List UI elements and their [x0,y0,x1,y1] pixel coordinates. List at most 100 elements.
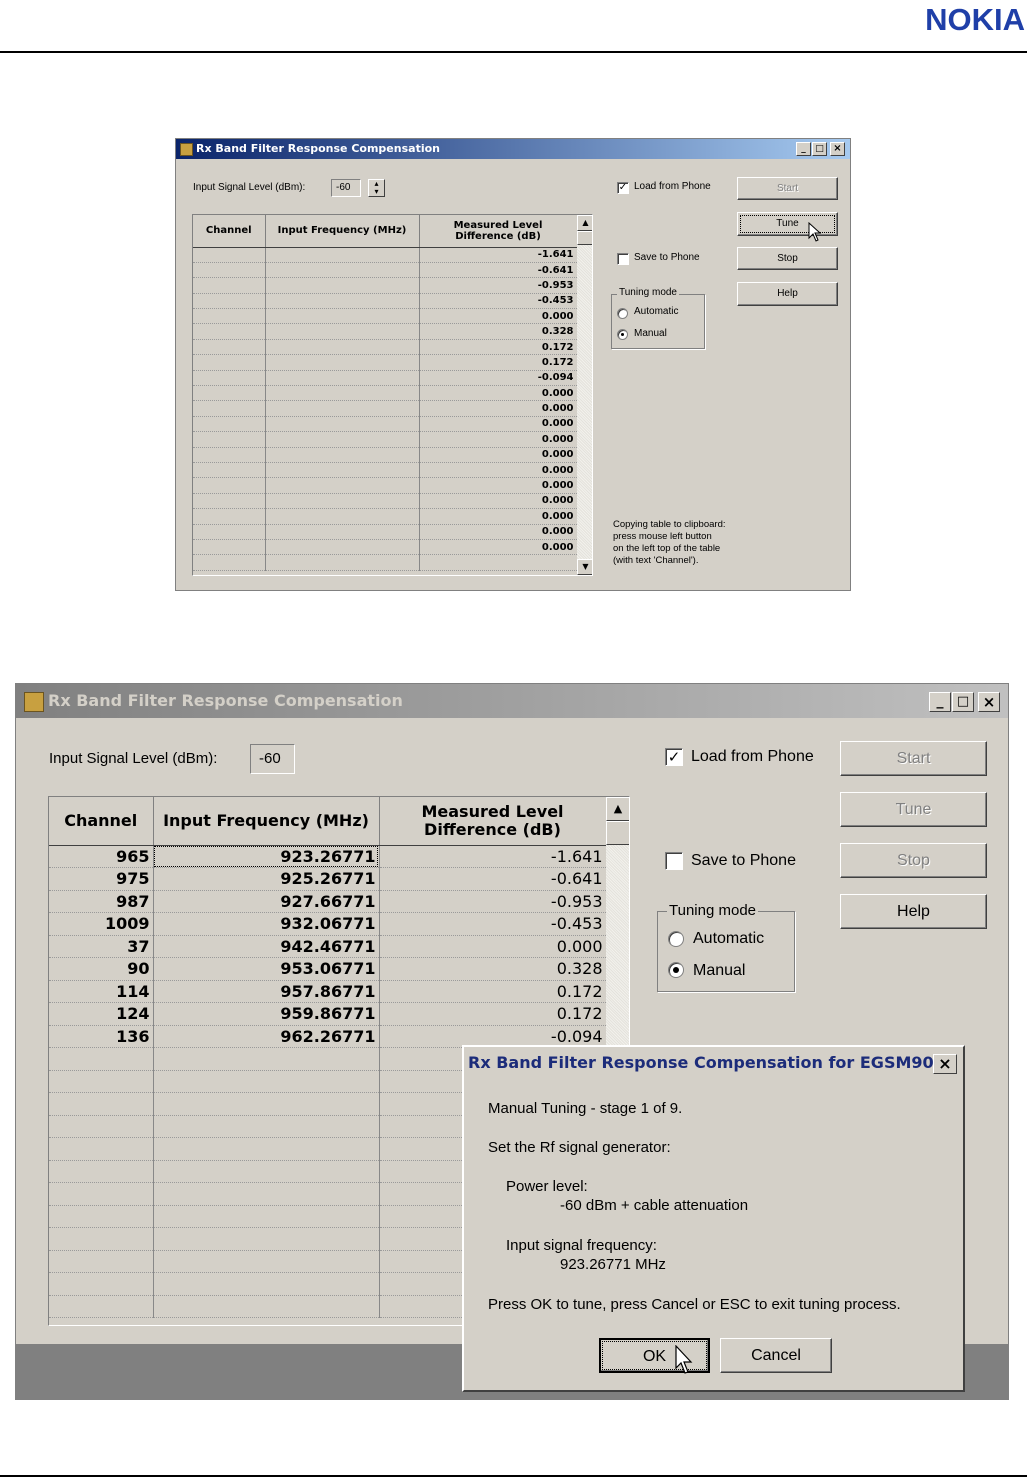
automatic-radio[interactable] [668,931,684,947]
channel-cell[interactable] [49,1070,154,1093]
channel-cell[interactable] [49,1160,154,1183]
channel-cell[interactable] [193,308,266,325]
diff-cell[interactable]: -0.953 [419,277,578,294]
channel-cell[interactable] [193,416,266,433]
help-button[interactable]: Help [737,282,838,306]
channel-cell[interactable]: 136 [49,1025,154,1048]
table-row[interactable]: -0.641 [193,262,578,279]
table-row[interactable]: 0.000 [193,447,578,463]
diff-cell[interactable]: -0.641 [419,262,578,279]
frequency-cell[interactable]: 959.86771 [153,1002,380,1026]
channel-cell[interactable] [193,524,266,540]
diff-cell[interactable]: -0.453 [419,293,578,310]
table-row[interactable]: 965 923.26771 -1.641 [49,845,607,868]
frequency-cell[interactable] [265,354,420,371]
diff-cell[interactable]: -0.094 [419,370,578,387]
stop-button[interactable]: Stop [840,843,987,878]
table-row[interactable]: 0.000 [193,539,578,556]
load-from-phone-checkbox[interactable]: ✓ [665,748,683,766]
diff-cell[interactable]: 0.000 [419,462,578,479]
close-button[interactable]: × [830,142,845,156]
help-button[interactable]: Help [840,894,987,929]
diff-cell[interactable]: 0.000 [419,493,578,510]
frequency-cell[interactable] [153,1295,380,1318]
table-row[interactable]: 124 959.86771 0.172 [49,1002,607,1026]
frequency-cell[interactable] [153,1160,380,1183]
table-row[interactable]: 0.000 [193,308,578,325]
table-row[interactable]: 0.000 [193,477,578,494]
diff-cell[interactable]: 0.000 [379,935,607,958]
dialog-close-button[interactable]: × [933,1054,957,1074]
channel-cell[interactable] [49,1137,154,1161]
tune-button[interactable]: Tune [737,212,838,236]
diff-cell[interactable]: 0.000 [419,400,578,417]
frequency-cell[interactable] [265,385,420,402]
frequency-cell[interactable] [265,339,420,356]
channel-cell[interactable]: 90 [49,957,154,981]
scroll-up-icon[interactable]: ▲ [577,215,592,231]
col-channel-header[interactable]: Channel [193,215,266,248]
channel-cell[interactable] [193,447,266,463]
diff-cell[interactable]: 0.000 [419,477,578,494]
diff-cell[interactable]: -0.453 [379,912,607,936]
table-row[interactable]: 0.000 [193,416,578,433]
frequency-cell[interactable] [153,1137,380,1161]
diff-cell[interactable]: 0.000 [419,539,578,556]
diff-cell[interactable]: -0.641 [379,867,607,891]
diff-cell[interactable]: 0.000 [419,524,578,540]
channel-cell[interactable] [49,1047,154,1071]
diff-cell[interactable]: 0.172 [419,339,578,356]
diff-cell[interactable]: 0.000 [419,308,578,325]
channel-cell[interactable] [49,1115,154,1138]
frequency-cell[interactable] [265,447,420,463]
table-row[interactable]: 975 925.26771 -0.641 [49,867,607,891]
frequency-cell[interactable] [265,431,420,448]
table-row[interactable]: 0.000 [193,493,578,510]
col-frequency-header[interactable]: Input Frequency (MHz) [265,215,420,248]
frequency-cell[interactable] [153,1115,380,1138]
frequency-cell[interactable] [265,554,420,571]
channel-cell[interactable] [49,1227,154,1251]
channel-cell[interactable] [193,431,266,448]
input-signal-field[interactable]: -60 [331,179,361,197]
frequency-cell[interactable] [153,1227,380,1251]
table-row[interactable]: 0.000 [193,431,578,448]
table-row[interactable]: 114 957.86771 0.172 [49,980,607,1003]
table-row[interactable]: -0.953 [193,277,578,294]
frequency-cell[interactable] [153,1092,380,1116]
channel-cell[interactable] [193,477,266,494]
channel-cell[interactable]: 114 [49,980,154,1003]
diff-cell[interactable]: 0.328 [379,957,607,981]
diff-cell[interactable]: 0.000 [419,508,578,525]
channel-cell[interactable] [193,339,266,356]
diff-cell[interactable] [419,554,578,571]
frequency-cell[interactable] [265,539,420,556]
frequency-cell[interactable]: 932.06771 [153,912,380,936]
frequency-cell[interactable] [265,323,420,340]
frequency-cell[interactable] [265,524,420,540]
channel-cell[interactable]: 975 [49,867,154,891]
diff-cell[interactable]: 0.000 [419,385,578,402]
tune-button[interactable]: Tune [840,792,987,827]
diff-cell[interactable]: 0.000 [419,447,578,463]
frequency-cell[interactable] [265,370,420,387]
col-diff-header[interactable]: Measured Level Difference (dB) [419,215,578,248]
minimize-button[interactable]: _ [796,142,811,156]
channel-cell[interactable]: 987 [49,890,154,913]
channel-cell[interactable]: 965 [49,845,154,868]
frequency-cell[interactable]: 953.06771 [153,957,380,981]
channel-cell[interactable] [49,1092,154,1116]
table-row[interactable]: 90 953.06771 0.328 [49,957,607,981]
diff-cell[interactable]: 0.172 [419,354,578,371]
diff-cell[interactable]: -1.641 [419,247,578,263]
frequency-cell[interactable] [153,1205,380,1228]
frequency-cell[interactable] [265,477,420,494]
channel-cell[interactable] [193,493,266,510]
channel-cell[interactable] [193,370,266,387]
frequency-cell[interactable]: 923.26771 [153,845,380,868]
channel-cell[interactable] [193,385,266,402]
frequency-cell[interactable] [265,262,420,279]
close-button[interactable]: × [978,692,1000,712]
channel-cell[interactable] [193,293,266,310]
table-row[interactable]: 0.172 [193,339,578,356]
